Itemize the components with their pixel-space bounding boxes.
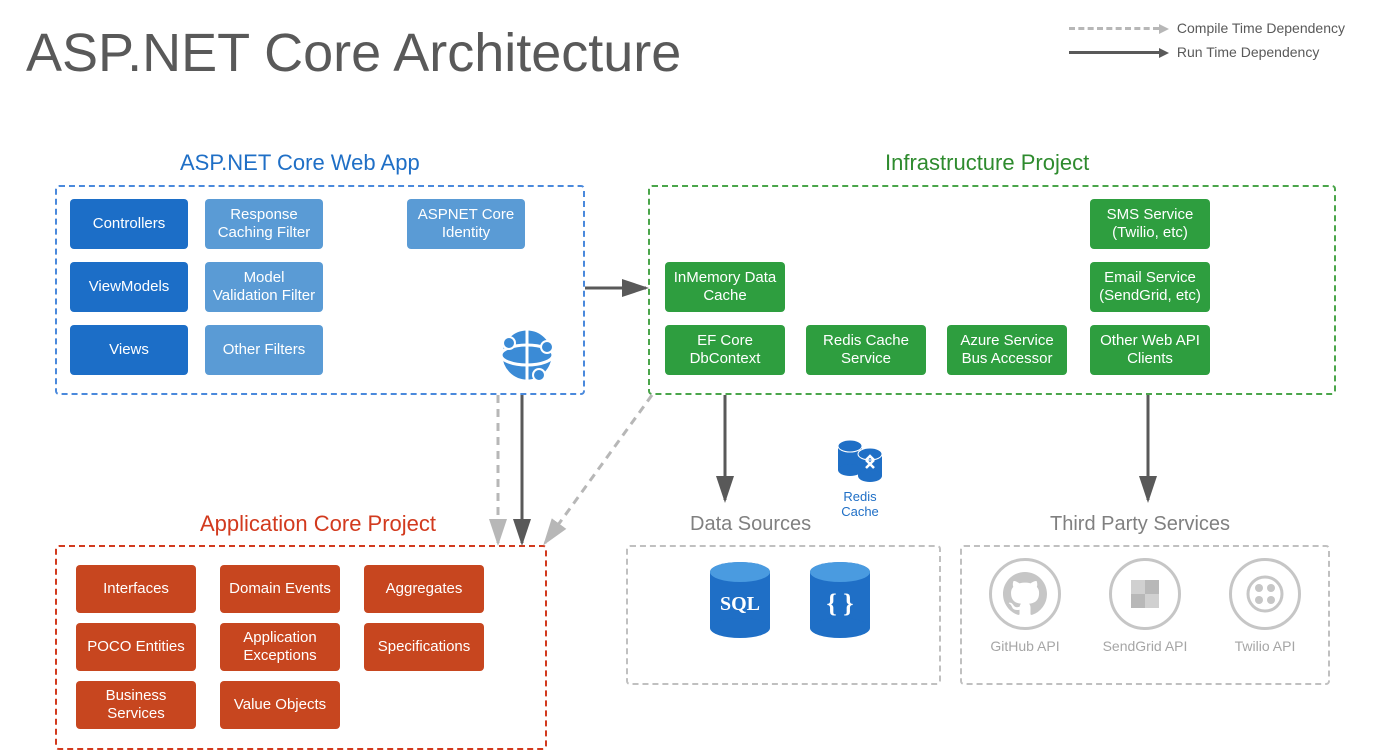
section-title-webapp: ASP.NET Core Web App [180,150,420,176]
legend-runtime-label: Run Time Dependency [1177,44,1319,60]
chip-poco-entities: POCO Entities [76,623,196,671]
container-datasources [626,545,941,685]
chip-interfaces: Interfaces [76,565,196,613]
sendgrid-api-icon: SendGrid API [1095,558,1195,654]
chip-aspnet-core-identity: ASPNET Core Identity [407,199,525,249]
chip-redis-cache-service: Redis Cache Service [806,325,926,375]
chip-other-web-api-clients: Other Web API Clients [1090,325,1210,375]
chip-ef-core-dbcontext: EF Core DbContext [665,325,785,375]
chip-aggregates: Aggregates [364,565,484,613]
redis-cache-label: Redis Cache [830,489,890,519]
chip-value-objects: Value Objects [220,681,340,729]
chip-response-caching-filter: Response Caching Filter [205,199,323,249]
chip-business-services: Business Services [76,681,196,729]
sendgrid-api-label: SendGrid API [1095,638,1195,654]
chip-viewmodels: ViewModels [70,262,188,312]
chip-azure-service-bus: Azure Service Bus Accessor [947,325,1067,375]
section-title-thirdparty: Third Party Services [1050,513,1230,536]
chip-application-exceptions: Application Exceptions [220,623,340,671]
section-title-datasources: Data Sources [690,513,811,536]
section-title-core: Application Core Project [200,511,436,537]
chip-specifications: Specifications [364,623,484,671]
twilio-api-label: Twilio API [1215,638,1315,654]
chip-email-service: Email Service (SendGrid, etc) [1090,262,1210,312]
sql-database-icon: SQL [700,560,780,645]
chip-other-filters: Other Filters [205,325,323,375]
chip-sms-service: SMS Service (Twilio, etc) [1090,199,1210,249]
solid-arrow-icon [1069,51,1159,54]
legend-compile: Compile Time Dependency [1069,20,1345,36]
github-api-icon: GitHub API [975,558,1075,654]
section-title-infra: Infrastructure Project [885,150,1089,176]
legend-runtime: Run Time Dependency [1069,44,1345,60]
github-api-label: GitHub API [975,638,1075,654]
chip-domain-events: Domain Events [220,565,340,613]
chip-inmemory-data-cache: InMemory Data Cache [665,262,785,312]
globe-network-icon [497,325,557,385]
legend-compile-label: Compile Time Dependency [1177,20,1345,36]
redis-cache-icon: Redis Cache [830,438,890,519]
json-database-icon: { } [800,560,880,645]
arrow-infra-to-core-compile [545,395,652,543]
chip-views: Views [70,325,188,375]
chip-model-validation-filter: Model Validation Filter [205,262,323,312]
twilio-api-icon: Twilio API [1215,558,1315,654]
svg-text:{ }: { } [827,589,854,618]
dashed-arrow-icon [1069,27,1159,30]
legend: Compile Time Dependency Run Time Depende… [1069,20,1345,68]
diagram-title: ASP.NET Core Architecture [26,22,681,84]
svg-text:SQL: SQL [720,593,760,615]
chip-controllers: Controllers [70,199,188,249]
